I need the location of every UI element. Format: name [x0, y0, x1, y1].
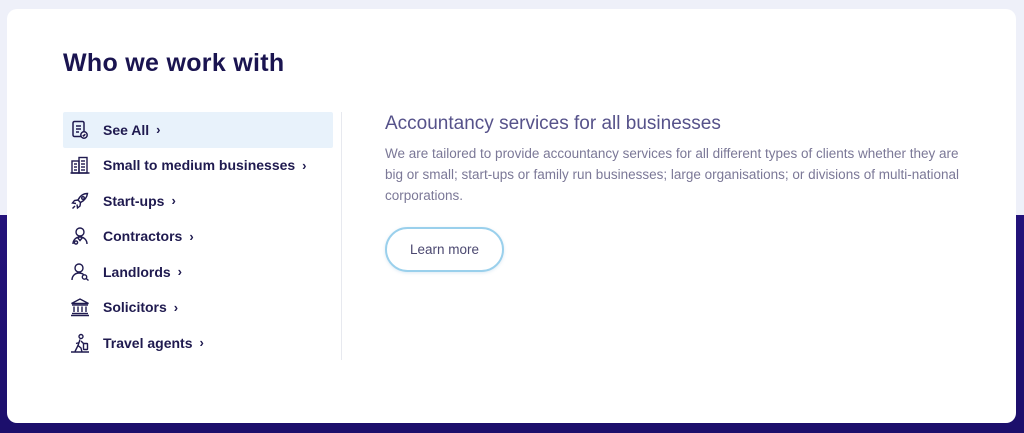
menu-item-travel-agents[interactable]: Travel agents ›	[63, 325, 333, 361]
menu-item-label: Contractors	[103, 228, 183, 245]
chevron-right-icon: ›	[156, 122, 161, 138]
content-title: Accountancy services for all businesses	[385, 113, 721, 134]
menu-item-label: Small to medium businesses	[103, 157, 296, 174]
menu-item-contractors[interactable]: Contractors ›	[63, 219, 333, 255]
who-we-work-with-card: Who we work with See All › Small to medi…	[7, 9, 1016, 423]
section-heading: Who we work with	[63, 49, 285, 77]
learn-more-button[interactable]: Learn more	[385, 227, 504, 272]
menu-item-solicitors[interactable]: Solicitors ›	[63, 290, 333, 326]
menu-item-landlords[interactable]: Landlords ›	[63, 254, 333, 290]
menu-item-start-ups[interactable]: Start-ups ›	[63, 183, 333, 219]
content-description: We are tailored to provide accountancy s…	[385, 146, 960, 203]
chevron-right-icon: ›	[199, 335, 204, 351]
content-panel: Accountancy services for all businesses …	[385, 113, 965, 206]
chevron-right-icon: ›	[189, 228, 194, 244]
person-icon	[69, 225, 91, 247]
courthouse-icon	[69, 296, 91, 318]
menu-item-label: Landlords	[103, 263, 171, 280]
document-icon	[69, 119, 91, 141]
menu-item-small-to-medium-businesses[interactable]: Small to medium businesses ›	[63, 148, 333, 184]
menu-item-label: Solicitors	[103, 299, 167, 316]
chevron-right-icon: ›	[177, 264, 183, 280]
chevron-right-icon: ›	[171, 193, 176, 209]
traveller-icon	[69, 332, 91, 354]
chevron-right-icon: ›	[302, 157, 307, 173]
landlord-icon	[69, 261, 91, 283]
menu-item-label: Travel agents	[103, 334, 193, 351]
rocket-icon	[69, 190, 91, 212]
vertical-divider	[341, 112, 342, 360]
menu-item-label: See All	[103, 121, 150, 138]
client-type-menu: See All › Small to medium businesses › S…	[63, 112, 333, 361]
menu-item-see-all[interactable]: See All ›	[63, 112, 333, 148]
building-icon	[69, 154, 91, 176]
menu-item-label: Start-ups	[103, 192, 165, 209]
chevron-right-icon: ›	[173, 299, 179, 315]
